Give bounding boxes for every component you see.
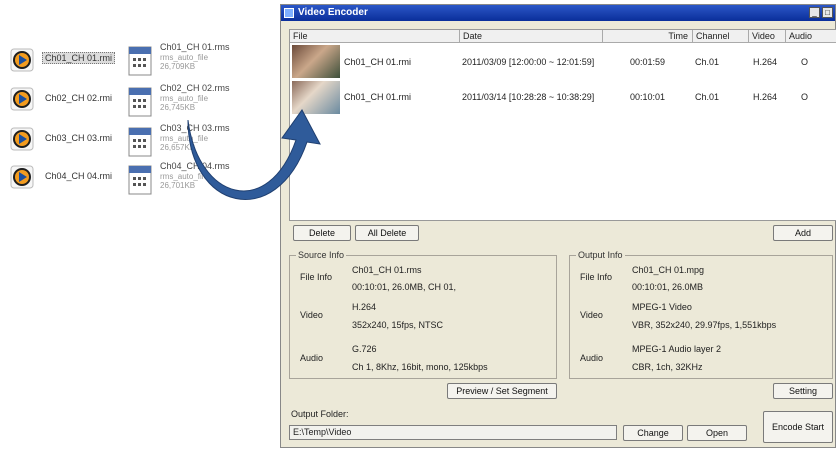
- source-audio-details: Ch 1, 8Khz, 16bit, mono, 125kbps: [352, 362, 488, 372]
- media-player-icon: [10, 48, 34, 72]
- output-file-name: Ch01_CH 01.mpg: [632, 265, 705, 275]
- cell-channel: Ch.01: [695, 57, 720, 67]
- rms-file-ch01[interactable]: Ch01_CH 01.rms rms_auto_file 26,709KB: [128, 42, 258, 86]
- cell-file: Ch01_CH 01.rmi: [344, 57, 412, 67]
- document-grid-icon: [128, 46, 152, 76]
- change-button[interactable]: Change: [623, 425, 683, 441]
- column-file[interactable]: File: [290, 30, 460, 42]
- cell-channel: Ch.01: [695, 92, 720, 102]
- cell-video: H.264: [753, 92, 778, 102]
- file-list[interactable]: File Date Time Channel Video Audio Ch01_…: [289, 29, 836, 221]
- file-size: 26,709KB: [160, 62, 196, 71]
- file-name: Ch02_CH 02.rms: [160, 83, 230, 93]
- add-button[interactable]: Add: [773, 225, 833, 241]
- all-delete-button[interactable]: All Delete: [355, 225, 419, 241]
- app-icon: [284, 8, 294, 18]
- cell-audio: O: [801, 92, 809, 102]
- column-video[interactable]: Video: [749, 30, 786, 42]
- output-video-details: VBR, 352x240, 29.97fps, 1,551kbps: [632, 320, 777, 330]
- media-player-icon: [10, 87, 34, 111]
- cell-date: 2011/03/09 [12:00:00 ~ 12:01:59]: [462, 57, 595, 67]
- output-video-label: Video: [580, 310, 603, 320]
- document-grid-icon: [128, 87, 152, 117]
- source-info-group: Source Info File Info Ch01_CH 01.rms 00:…: [289, 250, 557, 379]
- output-info-group: Output Info File Info Ch01_CH 01.mpg 00:…: [569, 250, 833, 379]
- video-encoder-window: Video Encoder _ □ File Date Time Channel…: [280, 4, 836, 448]
- video-thumbnail: [292, 45, 340, 78]
- list-item[interactable]: Ch01_CH 01.rmi 2011/03/14 [10:28:28 ~ 10…: [290, 79, 836, 115]
- output-video-codec: MPEG-1 Video: [632, 302, 692, 312]
- source-file-label: File Info: [300, 272, 333, 282]
- setting-button[interactable]: Setting: [773, 383, 833, 399]
- column-channel[interactable]: Channel: [693, 30, 749, 42]
- output-audio-details: CBR, 1ch, 32KHz: [632, 362, 703, 372]
- title-bar[interactable]: Video Encoder _ □: [281, 5, 835, 21]
- source-audio-codec: G.726: [352, 344, 377, 354]
- minimize-button[interactable]: _: [809, 7, 820, 18]
- cell-file: Ch01_CH 01.rmi: [344, 92, 412, 102]
- cell-time: 00:10:01: [630, 92, 666, 102]
- source-video-label: Video: [300, 310, 323, 320]
- output-folder-field[interactable]: E:\Temp\Video: [289, 425, 617, 440]
- cell-audio: O: [801, 57, 809, 67]
- curved-arrow-icon: [187, 109, 321, 200]
- cell-date: 2011/03/14 [10:28:28 ~ 10:38:29]: [462, 92, 595, 102]
- output-audio-codec: MPEG-1 Audio layer 2: [632, 344, 722, 354]
- output-info-title: Output Info: [576, 250, 625, 260]
- delete-button[interactable]: Delete: [293, 225, 351, 241]
- column-date[interactable]: Date: [460, 30, 603, 42]
- source-audio-label: Audio: [300, 353, 324, 363]
- file-label: Ch01_CH 01.rmi: [42, 52, 116, 64]
- cell-time: 00:01:59: [630, 57, 666, 67]
- media-player-icon: [10, 165, 34, 189]
- output-folder-label: Output Folder:: [291, 409, 349, 419]
- file-name: Ch01_CH 01.rms: [160, 42, 230, 52]
- column-time[interactable]: Time: [603, 30, 693, 42]
- source-video-details: 352x240, 15fps, NTSC: [352, 320, 444, 330]
- encode-start-button[interactable]: Encode Start: [763, 411, 833, 443]
- source-video-codec: H.264: [352, 302, 377, 312]
- maximize-button[interactable]: □: [822, 7, 833, 18]
- list-header: File Date Time Channel Video Audio: [290, 30, 836, 43]
- source-file-name: Ch01_CH 01.rms: [352, 265, 422, 275]
- output-file-details: 00:10:01, 26.0MB: [632, 282, 704, 292]
- preview-set-segment-button[interactable]: Preview / Set Segment: [447, 383, 557, 399]
- file-label: Ch02_CH 02.rmi: [45, 93, 113, 103]
- open-button[interactable]: Open: [687, 425, 747, 441]
- window-title: Video Encoder: [298, 7, 368, 18]
- file-label: Ch03_CH 03.rmi: [45, 133, 113, 143]
- source-file-details: 00:10:01, 26.0MB, CH 01,: [352, 282, 457, 292]
- document-grid-icon: [128, 127, 152, 157]
- column-audio[interactable]: Audio: [786, 30, 836, 42]
- list-item[interactable]: Ch01_CH 01.rmi 2011/03/09 [12:00:00 ~ 12…: [290, 43, 836, 79]
- cell-video: H.264: [753, 57, 778, 67]
- output-audio-label: Audio: [580, 353, 604, 363]
- file-type: rms_auto_file: [160, 53, 209, 62]
- media-player-icon: [10, 127, 34, 151]
- document-grid-icon: [128, 165, 152, 195]
- file-label: Ch04_CH 04.rmi: [45, 171, 113, 181]
- source-info-title: Source Info: [296, 250, 347, 260]
- output-file-label: File Info: [580, 272, 613, 282]
